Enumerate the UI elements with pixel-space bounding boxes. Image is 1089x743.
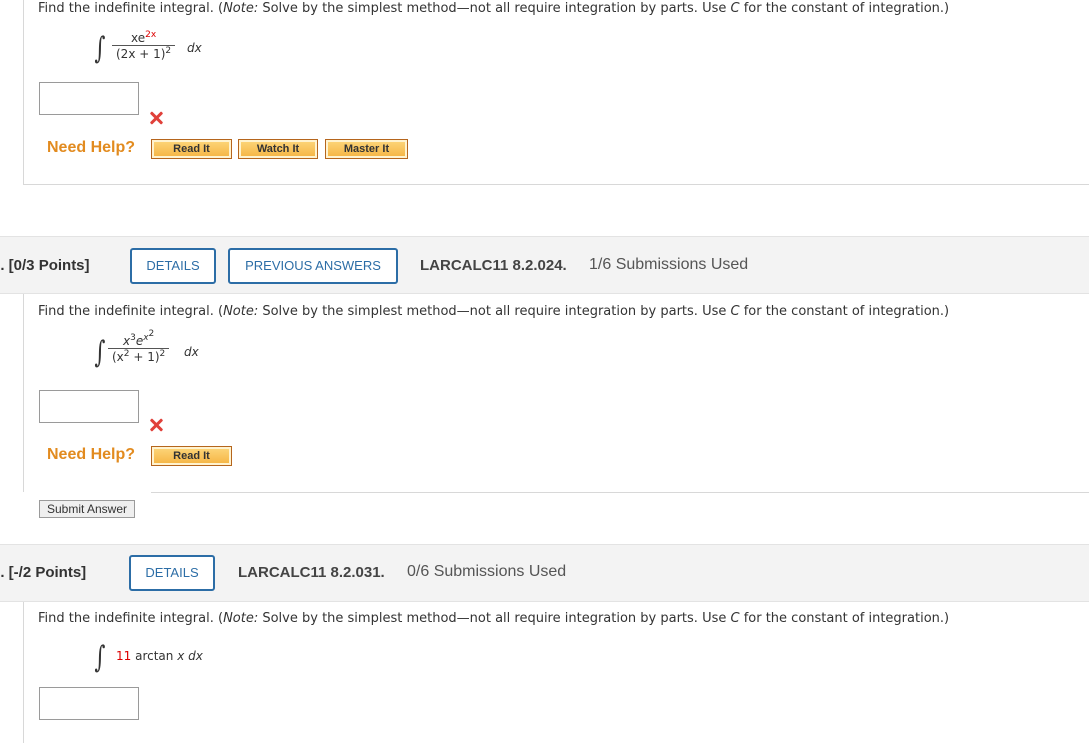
integrand-coefficient: 11 xyxy=(116,649,132,663)
question-6-submissions: 0/6 Submissions Used xyxy=(407,563,567,580)
question-5-prompt: Find the indefinite integral. (Note: Sol… xyxy=(38,304,950,319)
integrand-expression: 11 arctan x dx xyxy=(116,649,203,663)
question-5-submissions: 1/6 Submissions Used xyxy=(589,256,749,273)
question-6-prompt: Find the indefinite integral. (Note: Sol… xyxy=(38,611,950,626)
integrand-fraction: x3ex2 (x2 + 1)2 xyxy=(108,329,170,364)
master-it-button[interactable]: Master It xyxy=(325,139,408,159)
question-5-code: LARCALC11 8.2.024. xyxy=(420,257,567,274)
question-5-container xyxy=(23,294,24,492)
read-it-button[interactable]: Read It xyxy=(151,446,232,466)
question-5-points: 5. [0/3 Points] xyxy=(0,257,90,274)
question-6-container xyxy=(23,602,24,743)
watch-it-button[interactable]: Watch It xyxy=(238,139,318,159)
question-4-prompt: Find the indefinite integral. (Note: Sol… xyxy=(38,1,950,16)
answer-input[interactable] xyxy=(39,390,139,423)
submit-answer-button[interactable]: Submit Answer xyxy=(39,500,135,518)
need-help-label: Need Help? xyxy=(47,139,136,156)
question-4-container xyxy=(23,0,24,184)
integrand-fraction: xe2x (2x + 1)2 xyxy=(112,30,176,61)
answer-input[interactable] xyxy=(39,82,139,115)
differential: dx xyxy=(184,345,199,359)
details-button[interactable]: DETAILS xyxy=(130,248,216,284)
incorrect-icon xyxy=(149,418,163,432)
question-6-code: LARCALC11 8.2.031. xyxy=(238,564,385,581)
differential: dx xyxy=(187,41,202,55)
details-button[interactable]: DETAILS xyxy=(129,555,215,591)
integral-sign: ∫ xyxy=(94,335,106,370)
previous-answers-button[interactable]: PREVIOUS ANSWERS xyxy=(228,248,398,284)
answer-input[interactable] xyxy=(39,687,139,720)
integral-sign: ∫ xyxy=(94,640,106,675)
need-help-label: Need Help? xyxy=(47,446,136,463)
question-4-divider xyxy=(23,184,1089,185)
integral-sign: ∫ xyxy=(94,31,106,66)
read-it-button[interactable]: Read It xyxy=(151,139,232,159)
incorrect-icon xyxy=(149,111,163,125)
question-5-divider xyxy=(151,492,1089,493)
question-6-points: 6. [-/2 Points] xyxy=(0,564,87,581)
